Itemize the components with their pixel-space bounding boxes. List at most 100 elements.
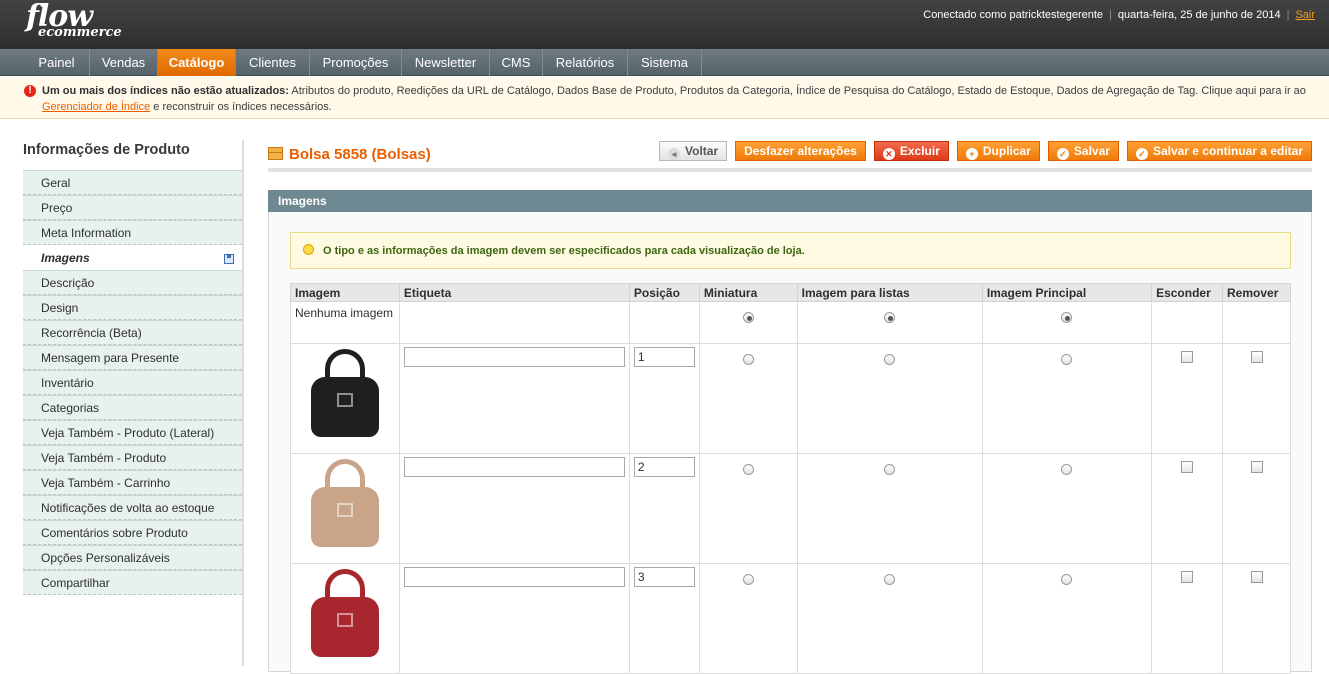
tab-recorrencia[interactable]: Recorrência (Beta) bbox=[23, 320, 242, 345]
position-input[interactable]: 2 bbox=[633, 457, 695, 477]
table-header-row: Imagem Etiqueta Posição Miniatura Imagem… bbox=[290, 283, 1291, 302]
main-image-radio[interactable] bbox=[1061, 464, 1073, 475]
tab-compartilhar[interactable]: Compartilhar bbox=[23, 570, 242, 595]
tab-inventario[interactable]: Inventário bbox=[23, 370, 242, 395]
main-image-radio-none[interactable] bbox=[1061, 312, 1073, 323]
remove-checkbox[interactable] bbox=[1250, 461, 1263, 473]
save-continue-button[interactable]: ✓ Salvar e continuar a editar bbox=[1126, 141, 1312, 161]
nav-painel[interactable]: Painel bbox=[24, 49, 90, 76]
table-row: 2 bbox=[290, 453, 1291, 564]
main-nav: Painel Vendas Catálogo Clientes Promoçõe… bbox=[0, 49, 1329, 76]
nav-promocoes[interactable]: Promoções bbox=[310, 49, 402, 76]
small-image-radio-none[interactable] bbox=[884, 312, 896, 323]
col-esconder: Esconder bbox=[1151, 283, 1224, 302]
thumbnail-radio-none[interactable] bbox=[742, 312, 754, 323]
tab-related-produto[interactable]: Veja Também - Produto bbox=[23, 445, 242, 470]
tab-notificacoes-estoque[interactable]: Notificações de volta ao estoque bbox=[23, 495, 242, 520]
tab-geral[interactable]: Geral bbox=[23, 170, 242, 195]
hide-checkbox[interactable] bbox=[1181, 461, 1194, 473]
logo-subtext: ecommerce bbox=[38, 25, 122, 40]
table-row: 3 bbox=[290, 563, 1291, 674]
tab-mensagem-presente[interactable]: Mensagem para Presente bbox=[23, 345, 242, 370]
product-image bbox=[309, 569, 381, 659]
col-posicao: Posição bbox=[628, 283, 700, 302]
tab-comentarios[interactable]: Comentários sobre Produto bbox=[23, 520, 242, 545]
logout-link[interactable]: Sair bbox=[1295, 9, 1315, 21]
product-box-icon bbox=[268, 147, 283, 160]
back-button[interactable]: ◂ Voltar bbox=[659, 141, 728, 161]
delete-button[interactable]: ✕ Excluir bbox=[873, 141, 949, 161]
small-image-radio[interactable] bbox=[884, 464, 896, 475]
action-buttons: ◂ Voltar Desfazer alterações ✕ Excluir + Du… bbox=[659, 141, 1312, 161]
lightbulb-icon bbox=[303, 244, 314, 255]
remove-checkbox[interactable] bbox=[1250, 571, 1263, 583]
label-input[interactable] bbox=[403, 567, 625, 587]
nav-relatorios[interactable]: Relatórios bbox=[543, 49, 628, 76]
hide-checkbox[interactable] bbox=[1181, 571, 1194, 583]
tab-preco[interactable]: Preço bbox=[23, 195, 242, 220]
col-imagem-principal: Imagem Principal bbox=[981, 283, 1153, 302]
nav-clientes[interactable]: Clientes bbox=[236, 49, 310, 76]
notice-tail: e reconstruir os índices necessários. bbox=[150, 101, 332, 113]
nav-cms[interactable]: CMS bbox=[490, 49, 543, 76]
connected-user: Conectado como patricktestegerente bbox=[923, 9, 1104, 21]
nav-sistema[interactable]: Sistema bbox=[628, 49, 702, 76]
index-manager-link[interactable]: Gerenciador de Índice bbox=[42, 101, 150, 113]
product-title-text: Bolsa 5858 (Bolsas) bbox=[289, 146, 431, 163]
nav-catalogo[interactable]: Catálogo bbox=[158, 49, 236, 76]
remove-checkbox[interactable] bbox=[1250, 351, 1263, 363]
delete-icon: ✕ bbox=[882, 148, 895, 160]
table-row: 1 bbox=[290, 343, 1291, 454]
tab-imagens[interactable]: Imagens bbox=[23, 245, 242, 270]
tab-descricao[interactable]: Descrição bbox=[23, 270, 242, 295]
small-image-radio[interactable] bbox=[884, 574, 896, 585]
product-image bbox=[309, 459, 381, 549]
check-icon: ✓ bbox=[1056, 148, 1069, 160]
position-input[interactable]: 1 bbox=[633, 347, 695, 367]
small-image-radio[interactable] bbox=[884, 354, 896, 365]
tab-opcoes[interactable]: Opções Personalizáveis bbox=[23, 545, 242, 570]
images-tip: O tipo e as informações da imagem devem … bbox=[290, 232, 1291, 269]
notice-bold: Um ou mais dos índices não estão atualiz… bbox=[42, 85, 289, 97]
images-table: Imagem Etiqueta Posição Miniatura Imagem… bbox=[290, 283, 1291, 674]
position-input[interactable]: 3 bbox=[633, 567, 695, 587]
thumbnail-radio[interactable] bbox=[742, 354, 754, 365]
sidebar-title: Informações de Produto bbox=[23, 142, 190, 158]
tab-categorias[interactable]: Categorias bbox=[23, 395, 242, 420]
tab-related-carrinho[interactable]: Veja Também - Carrinho bbox=[23, 470, 242, 495]
col-miniatura: Miniatura bbox=[698, 283, 798, 302]
index-notice: ! Um ou mais dos índices não estão atual… bbox=[0, 77, 1329, 119]
thumbnail-radio[interactable] bbox=[742, 464, 754, 475]
error-icon: ! bbox=[24, 85, 36, 97]
hide-checkbox[interactable] bbox=[1181, 351, 1194, 363]
tab-related-lateral[interactable]: Veja Também - Produto (Lateral) bbox=[23, 420, 242, 445]
tip-text: O tipo e as informações da imagem devem … bbox=[323, 245, 805, 257]
nav-vendas[interactable]: Vendas bbox=[90, 49, 158, 76]
main-image-radio[interactable] bbox=[1061, 574, 1073, 585]
save-button[interactable]: ✓ Salvar bbox=[1047, 141, 1119, 161]
reset-button[interactable]: Desfazer alterações bbox=[735, 141, 866, 161]
duplicate-button[interactable]: + Duplicar bbox=[956, 141, 1040, 161]
tab-meta-information[interactable]: Meta Information bbox=[23, 220, 242, 245]
title-divider bbox=[268, 168, 1312, 172]
header: flow ecommerce Conectado como patricktes… bbox=[0, 0, 1329, 49]
images-section-header: Imagens bbox=[268, 190, 1312, 212]
thumbnail-radio[interactable] bbox=[742, 574, 754, 585]
main-image-radio[interactable] bbox=[1061, 354, 1073, 365]
label-input[interactable] bbox=[403, 457, 625, 477]
user-info: Conectado como patricktestegerente | quart… bbox=[923, 9, 1315, 21]
plus-icon: + bbox=[965, 148, 978, 160]
col-remover: Remover bbox=[1222, 283, 1291, 302]
tab-design[interactable]: Design bbox=[23, 295, 242, 320]
product-title: Bolsa 5858 (Bolsas) bbox=[268, 146, 431, 163]
sidebar-divider bbox=[242, 140, 244, 666]
col-etiqueta: Etiqueta bbox=[398, 283, 630, 302]
col-imagem-listas: Imagem para listas bbox=[796, 283, 983, 302]
current-date: quarta-feira, 25 de junho de 2014 bbox=[1117, 9, 1281, 21]
nav-newsletter[interactable]: Newsletter bbox=[402, 49, 490, 76]
check-icon: ✓ bbox=[1135, 148, 1148, 160]
table-row-no-image: Nenhuma imagem bbox=[290, 301, 1291, 344]
notice-text: Atributos do produto, Reedições da URL d… bbox=[288, 85, 1306, 97]
label-input[interactable] bbox=[403, 347, 625, 367]
logo[interactable]: flow ecommerce bbox=[26, 2, 122, 40]
